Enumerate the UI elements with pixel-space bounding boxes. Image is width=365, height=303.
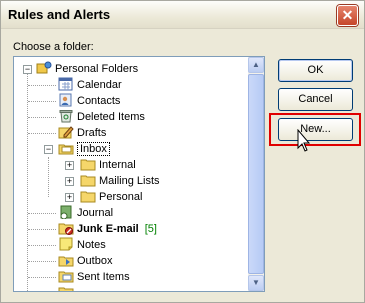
tree-item-partial[interactable]	[58, 285, 77, 291]
cancel-button[interactable]: Cancel	[278, 88, 353, 111]
notes-icon	[59, 237, 73, 251]
personal-folders-icon	[36, 61, 52, 74]
collapse-inbox-toggle[interactable]: −	[44, 145, 53, 154]
expand-personal-toggle[interactable]: +	[65, 193, 74, 202]
tree-item-calendar[interactable]: Calendar	[58, 77, 122, 93]
unread-count-badge: [5]	[144, 223, 157, 236]
chevron-down-icon: ▼	[252, 278, 260, 287]
deleted-items-icon	[59, 110, 73, 123]
folder-icon	[58, 287, 74, 291]
expand-mailing-lists-toggle[interactable]: +	[65, 177, 74, 186]
calendar-icon	[58, 77, 73, 91]
mouse-cursor-icon	[297, 129, 311, 152]
drafts-icon	[58, 126, 74, 139]
ok-button[interactable]: OK	[278, 59, 353, 82]
tree-item-outbox[interactable]: Outbox	[58, 253, 112, 269]
tree-item-internal[interactable]: Internal	[80, 157, 136, 173]
tree-item-personal[interactable]: Personal	[80, 189, 142, 205]
chevron-up-icon: ▲	[252, 60, 260, 69]
journal-icon	[60, 205, 72, 220]
outbox-icon	[58, 256, 74, 267]
folder-tree[interactable]: − Personal Folders Calendar Contacts Del…	[13, 56, 265, 292]
expand-internal-toggle[interactable]: +	[65, 161, 74, 170]
inbox-icon	[58, 144, 74, 155]
collapse-root-toggle[interactable]: −	[23, 65, 32, 74]
tree-item-mailing-lists[interactable]: Mailing Lists	[80, 173, 160, 189]
rules-and-alerts-dialog: Rules and Alerts ✕ Choose a folder: − Pe…	[0, 0, 365, 303]
tree-item-personal-folders[interactable]: Personal Folders	[36, 61, 138, 77]
scroll-thumb[interactable]	[248, 74, 264, 274]
close-icon: ✕	[341, 7, 354, 23]
tree-item-contacts[interactable]: Contacts	[58, 93, 120, 109]
tree-scrollbar[interactable]: ▲ ▼	[248, 57, 264, 291]
tree-item-deleted-items[interactable]: Deleted Items	[58, 109, 145, 125]
junk-email-icon	[58, 223, 74, 236]
tree-item-notes[interactable]: Notes	[58, 237, 106, 253]
folder-icon	[80, 159, 96, 171]
tree-item-drafts[interactable]: Drafts	[58, 125, 106, 141]
tree-item-journal[interactable]: Journal	[58, 205, 113, 221]
scroll-down-button[interactable]: ▼	[248, 275, 264, 291]
tree-item-inbox[interactable]: Inbox	[58, 141, 110, 157]
choose-folder-label: Choose a folder:	[13, 41, 94, 53]
dialog-title: Rules and Alerts	[8, 7, 111, 22]
new-button-highlight	[269, 113, 361, 146]
folder-icon	[80, 191, 96, 203]
scroll-up-button[interactable]: ▲	[248, 57, 264, 73]
title-bar: Rules and Alerts ✕	[1, 1, 364, 29]
sent-items-icon	[58, 271, 74, 283]
tree-item-junk-email[interactable]: Junk E-mail [5]	[58, 221, 157, 237]
close-button[interactable]: ✕	[337, 5, 358, 26]
folder-icon	[80, 175, 96, 187]
contacts-icon	[59, 93, 72, 107]
tree-item-sent-items[interactable]: Sent Items	[58, 269, 130, 285]
